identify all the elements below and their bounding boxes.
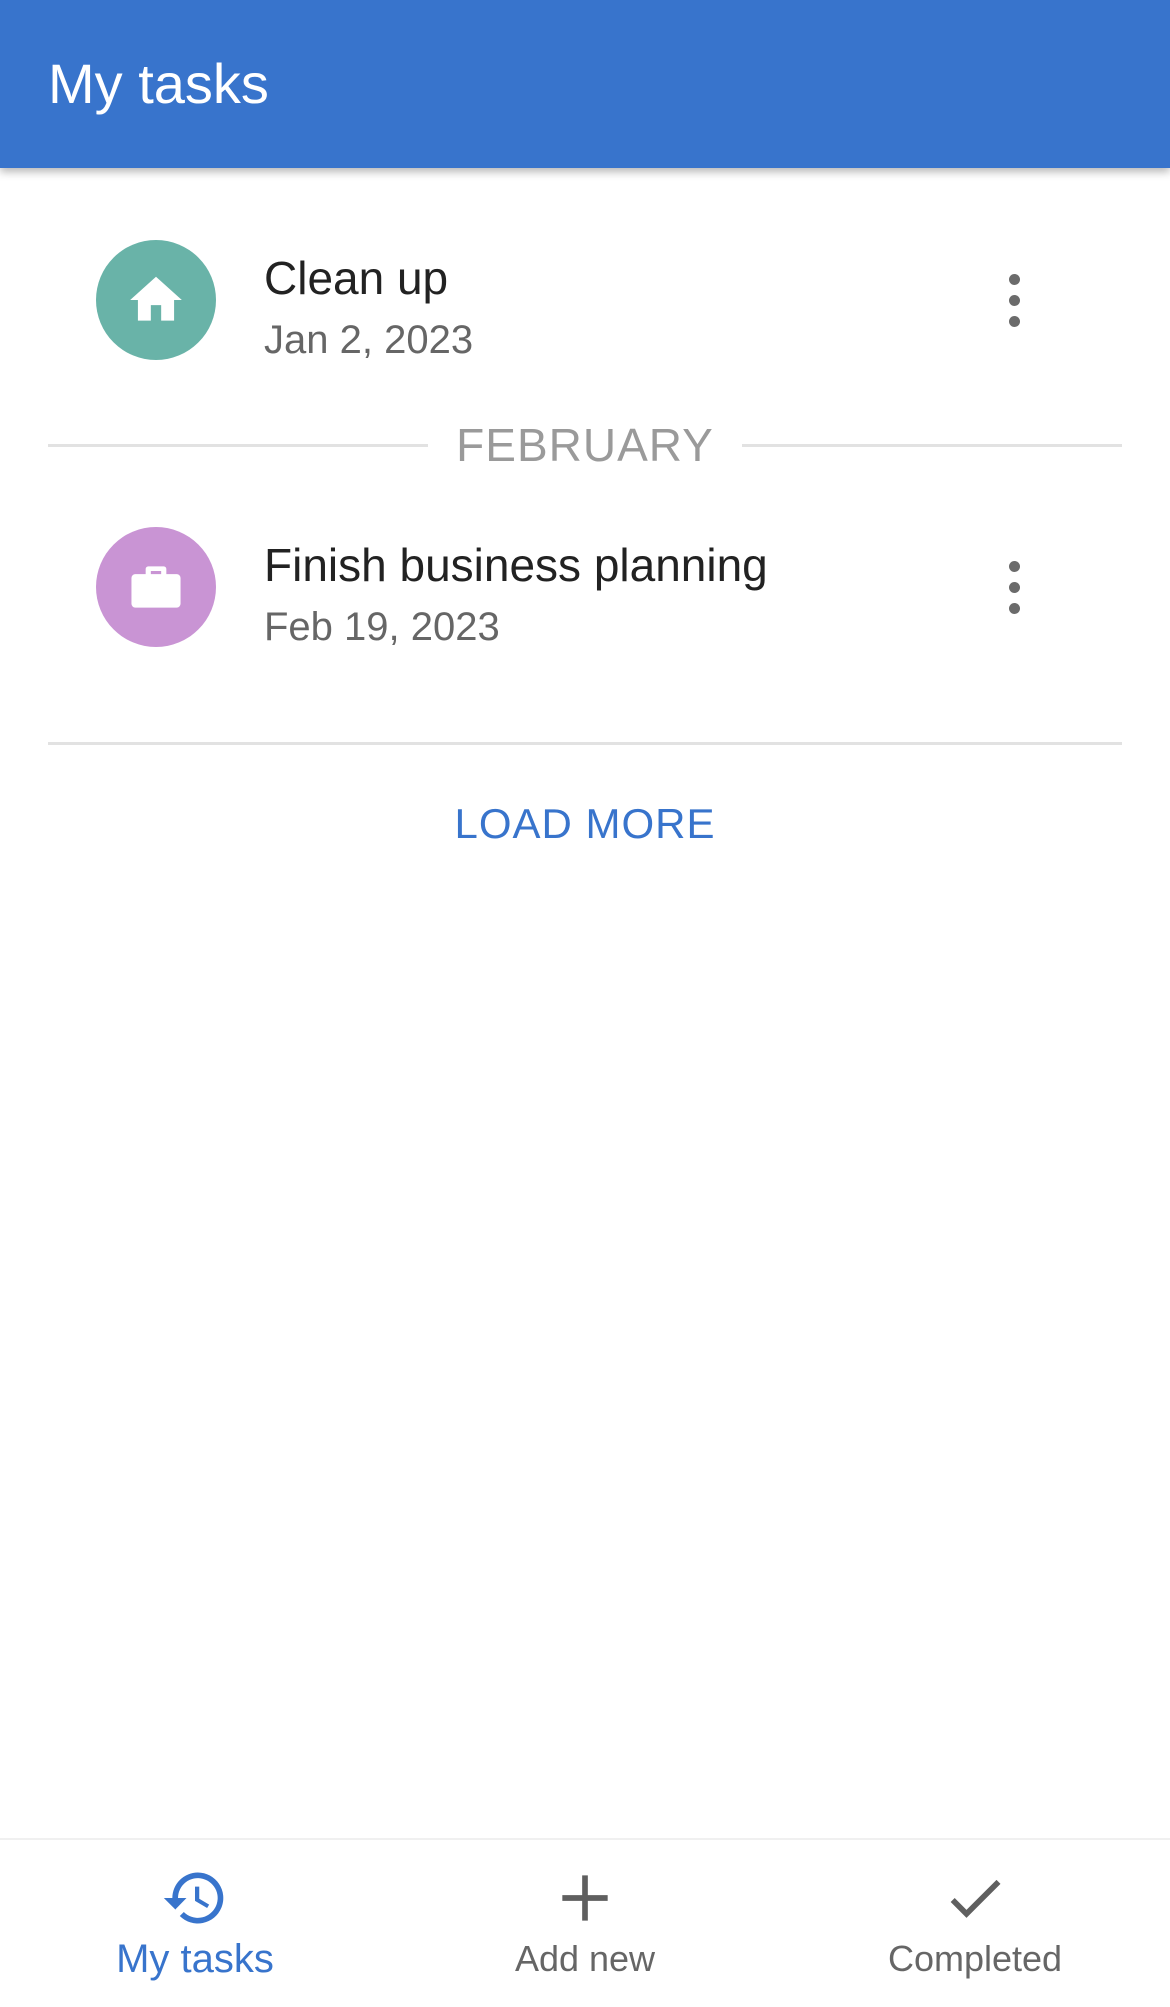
month-label: FEBRUARY — [456, 419, 714, 471]
check-icon — [941, 1864, 1009, 1932]
task-category-avatar — [96, 527, 216, 647]
nav-item-my-tasks[interactable]: My tasks — [0, 1840, 390, 2007]
history-icon — [161, 1864, 229, 1932]
app-screen: My tasks Clean up Jan 2, 2023 FEBRUARY F… — [0, 0, 1170, 2007]
nav-item-completed[interactable]: Completed — [780, 1840, 1170, 2007]
task-title: Clean up — [264, 252, 449, 304]
more-options-button[interactable] — [984, 547, 1044, 627]
nav-item-add-new[interactable]: Add new — [390, 1840, 780, 2007]
home-icon — [130, 276, 182, 321]
task-row[interactable]: Clean up Jan 2, 2023 — [0, 225, 1170, 375]
app-bar: My tasks — [0, 0, 1170, 168]
plus-icon — [551, 1864, 619, 1932]
load-more-container: LOAD MORE — [0, 796, 1170, 852]
task-date: Jan 2, 2023 — [264, 318, 474, 362]
more-options-button[interactable] — [984, 260, 1044, 340]
task-category-avatar — [96, 240, 216, 360]
month-divider: FEBRUARY — [48, 419, 1122, 471]
task-title: Finish business planning — [264, 539, 768, 591]
bottom-navigation: My tasks Add new Completed — [0, 1838, 1170, 2007]
page-title: My tasks — [48, 52, 269, 115]
nav-label: Completed — [887, 1938, 1063, 1979]
more-vert-icon — [1008, 273, 1020, 285]
nav-label: My tasks — [116, 1937, 274, 1981]
load-more-button[interactable]: LOAD MORE — [444, 796, 725, 852]
task-row[interactable]: Finish business planning Feb 19, 2023 — [0, 512, 1170, 662]
more-vert-icon — [1008, 560, 1020, 572]
task-date: Feb 19, 2023 — [264, 605, 500, 649]
divider-line — [741, 443, 1122, 447]
list-divider — [48, 742, 1122, 745]
nav-label: Add new — [514, 1938, 656, 1979]
divider-line — [48, 443, 429, 447]
briefcase-icon — [131, 566, 181, 608]
